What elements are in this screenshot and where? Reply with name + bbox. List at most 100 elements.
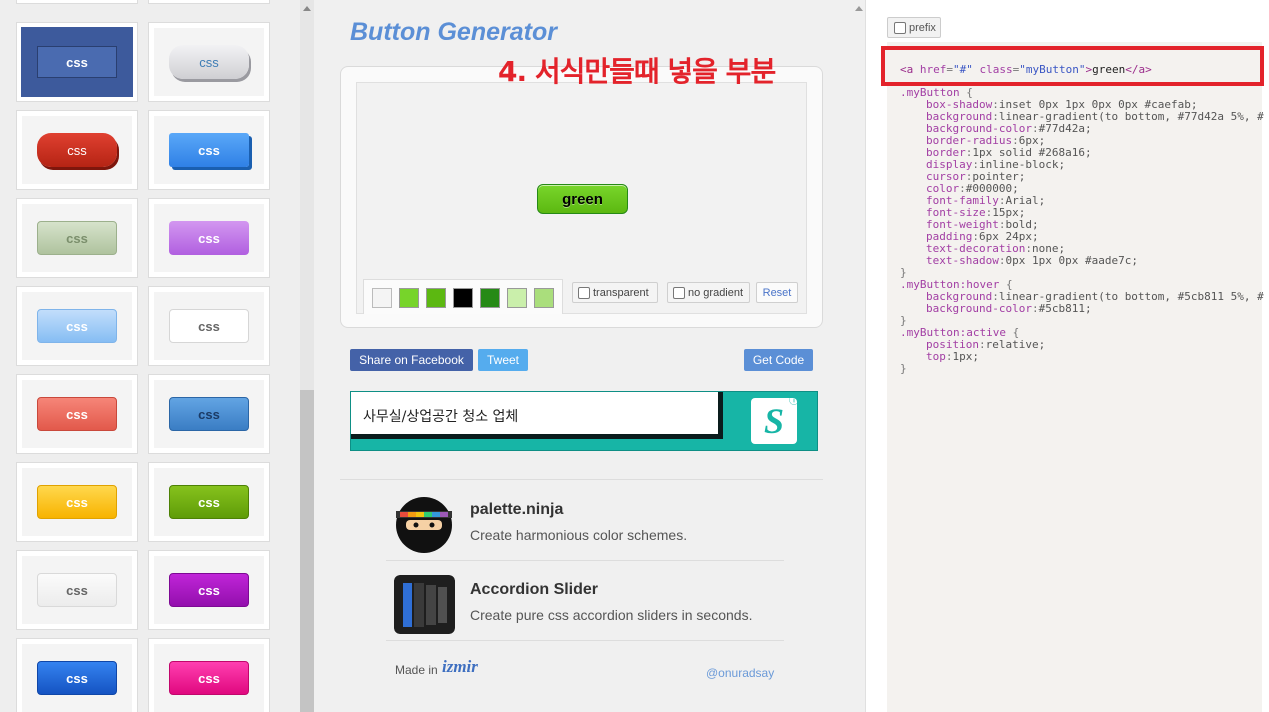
tile-preview: css [154,556,264,624]
promo-accordion-slider[interactable]: Accordion Slider Create pure css accordi… [386,563,784,641]
made-in-text: Made in [395,663,438,677]
color-swatch[interactable] [534,288,554,308]
tile-button[interactable]: css [37,573,117,607]
page-scrollbar[interactable] [852,0,866,712]
tile-preview: css [154,380,264,448]
get-code-button[interactable]: Get Code [744,349,813,371]
css-code[interactable]: .myButton {box-shadow:inset 0px 1px 0px … [900,87,1264,375]
gallery-tile[interactable]: css [16,374,138,454]
color-swatch[interactable] [372,288,392,308]
gallery-tile[interactable]: css [148,550,270,630]
ninja-icon [394,495,455,554]
prefix-label: prefix [909,21,936,34]
share-facebook-button[interactable]: Share on Facebook [350,349,473,371]
preview-button[interactable]: green [537,184,628,214]
html-text: green [1092,63,1126,76]
html-code-highlight[interactable]: <a href="#" class="myButton">green</a> [881,46,1264,86]
gallery-tile[interactable]: css [16,110,138,190]
html-attr: class [979,63,1013,76]
gallery-tile[interactable]: css [148,374,270,454]
tile-preview: css [22,644,132,712]
tile-button[interactable]: css [169,573,249,607]
tile-button[interactable]: css [169,309,249,343]
ad-banner[interactable]: 사무실/상업공간 청소 업체 S ⓘ ✕ [350,391,818,451]
color-swatch[interactable] [426,288,446,308]
tile-button[interactable]: css [37,485,117,519]
gallery-scrollbar[interactable] [300,0,314,712]
author-link[interactable]: @onuradsay [706,666,774,680]
tile-button[interactable]: css [37,133,117,167]
gallery-tile[interactable]: css [148,198,270,278]
color-swatch[interactable] [399,288,419,308]
tile-button[interactable]: css [37,221,117,255]
tile-preview: css [22,468,132,536]
tile-button[interactable]: css [169,485,249,519]
color-swatch[interactable] [480,288,500,308]
checkbox-icon[interactable] [894,21,906,34]
accordion-icon [394,575,455,634]
checkbox-icon[interactable] [673,286,685,299]
divider [340,479,823,480]
checkbox-icon[interactable] [578,286,590,299]
prefix-checkbox[interactable]: prefix [887,17,941,38]
ad-text: 사무실/상업공간 청소 업체 [363,409,519,425]
tile-button[interactable]: css [37,397,117,431]
color-swatch[interactable] [453,288,473,308]
ad-info-icon[interactable]: ⓘ [788,393,800,407]
tile-preview: css [22,292,132,360]
gallery-tile[interactable]: css [148,22,270,102]
scroll-up-icon[interactable] [300,0,314,16]
gallery-tile[interactable]: css [16,462,138,542]
gallery-tile[interactable]: css [148,110,270,190]
promo-desc: Create pure css accordion sliders in sec… [470,607,753,623]
preview-panel: green transparent no gradient Reset [340,66,823,328]
code-line: } [900,362,907,375]
tile-preview: css [154,204,264,272]
tile-preview: css [22,556,132,624]
tile-preview: css [22,116,132,184]
html-code[interactable]: <a href="#" class="myButton">green</a> [900,63,1152,76]
tile-button[interactable]: css [169,45,249,79]
scrollbar-thumb[interactable] [300,390,314,712]
tile-preview: css [21,27,133,97]
gallery-tile[interactable] [148,0,270,4]
gallery-tile[interactable]: css [16,198,138,278]
tile-button[interactable]: css [169,397,249,431]
transparent-checkbox[interactable]: transparent [572,282,658,303]
html-attr-value: "#" [953,63,973,76]
code-panel: prefix <a href="#" class="myButton">gree… [866,0,1269,712]
gallery-tile[interactable]: css [16,286,138,366]
scroll-up-icon[interactable] [852,2,866,14]
gallery-tile[interactable]: css [16,638,138,712]
tile-preview: css [154,468,264,536]
tile-button[interactable]: css [37,46,117,78]
html-attr-value: "myButton" [1019,63,1086,76]
promo-title: Accordion Slider [470,581,599,598]
html-tag: <a [900,63,914,76]
gallery-tile[interactable]: css [16,550,138,630]
ad-close-icon[interactable]: ✕ [803,392,817,406]
html-tag: </a> [1125,63,1152,76]
ad-card[interactable]: 사무실/상업공간 청소 업체 [351,392,723,439]
gallery-tile[interactable]: css [16,22,138,102]
tile-preview: css [154,292,264,360]
tile-preview: css [154,116,264,184]
html-attr: href [919,63,947,76]
tile-button[interactable]: css [169,133,249,167]
tile-button[interactable]: css [37,309,117,343]
gallery-tile[interactable] [16,0,138,4]
gallery-tile[interactable]: css [148,462,270,542]
reset-button[interactable]: Reset [756,282,798,303]
code-line: top:1px; [926,350,979,363]
promo-palette-ninja[interactable]: palette.ninja Create harmonious color sc… [386,483,784,561]
tile-button[interactable]: css [169,221,249,255]
divider [386,560,784,561]
tweet-button[interactable]: Tweet [478,349,528,371]
no-gradient-checkbox[interactable]: no gradient [667,282,750,303]
gallery-tile[interactable]: css [148,638,270,712]
color-swatch[interactable] [507,288,527,308]
gallery-tile[interactable]: css [148,286,270,366]
page-title: Button Generator [350,18,557,46]
tile-button[interactable]: css [169,661,249,695]
tile-button[interactable]: css [37,661,117,695]
